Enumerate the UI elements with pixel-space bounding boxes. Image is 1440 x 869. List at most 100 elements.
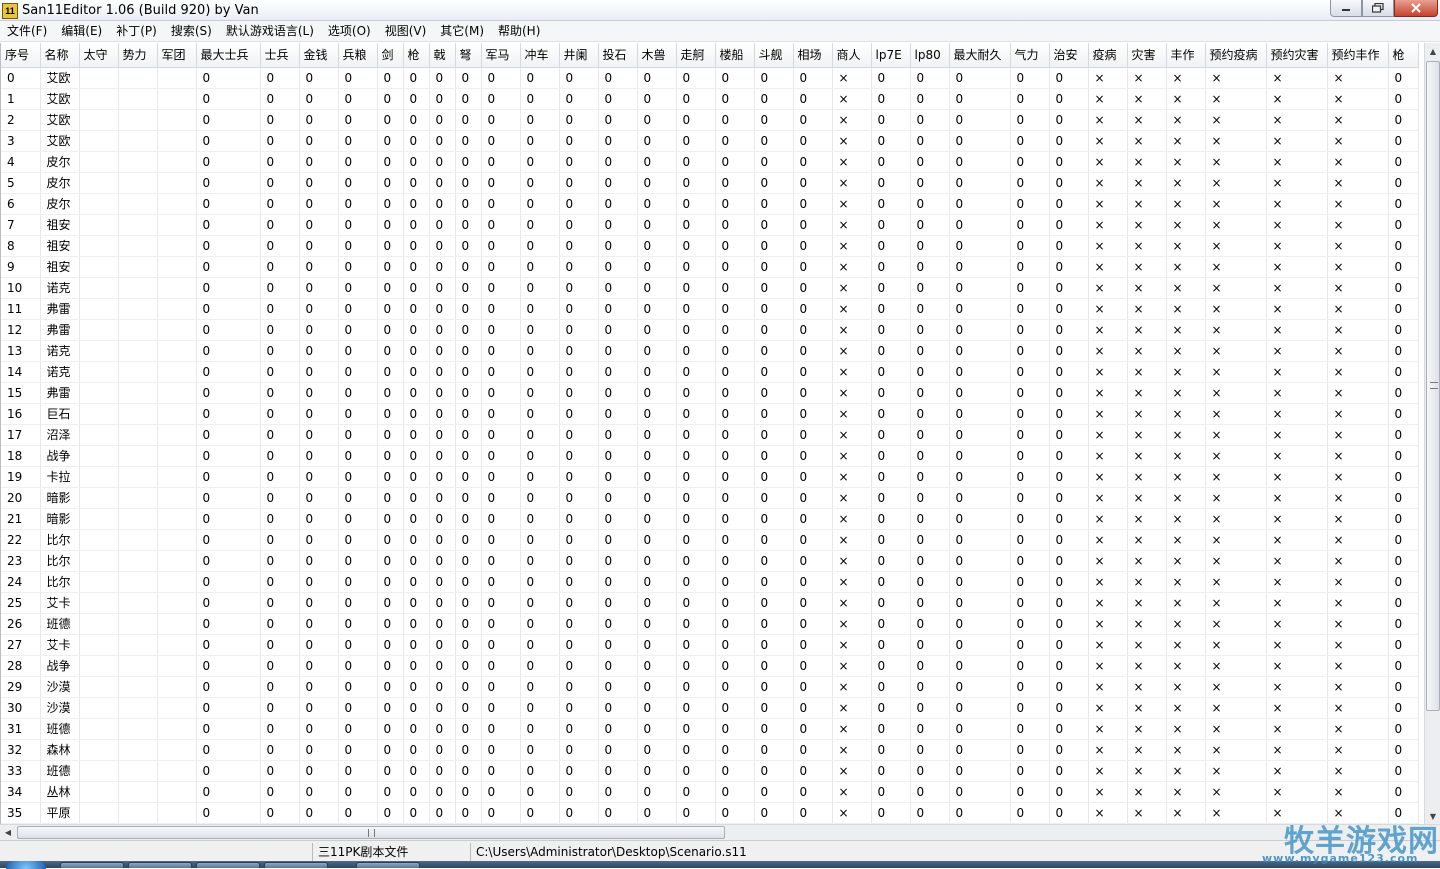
table-cell[interactable]: 0 bbox=[871, 445, 911, 467]
table-cell[interactable]: 0 bbox=[377, 151, 404, 173]
table-cell[interactable] bbox=[157, 130, 197, 152]
table-cell[interactable] bbox=[157, 256, 197, 278]
horizontal-scroll-thumb[interactable] bbox=[17, 826, 725, 839]
table-cell[interactable]: × bbox=[1327, 592, 1389, 614]
table-cell[interactable]: 0 bbox=[196, 550, 261, 572]
table-cell[interactable]: 0 bbox=[715, 781, 755, 803]
table-cell[interactable]: × bbox=[1205, 676, 1267, 698]
table-cell[interactable]: 0 bbox=[1388, 697, 1419, 719]
table-cell[interactable]: 0 bbox=[403, 697, 430, 719]
table-cell[interactable]: 0 bbox=[481, 760, 521, 782]
table-cell[interactable]: 0 bbox=[260, 466, 300, 488]
table-cell[interactable]: × bbox=[1327, 403, 1389, 425]
table-cell[interactable]: 0 bbox=[1049, 319, 1089, 341]
table-cell[interactable]: 13 bbox=[1, 340, 41, 362]
table-cell[interactable]: 0 bbox=[637, 109, 677, 131]
table-cell[interactable]: 0 bbox=[871, 508, 911, 530]
table-cell[interactable]: × bbox=[1127, 760, 1167, 782]
table-cell[interactable]: 0 bbox=[754, 382, 794, 404]
table-cell[interactable]: 0 bbox=[676, 466, 716, 488]
table-cell[interactable]: 0 bbox=[715, 67, 755, 89]
table-cell[interactable] bbox=[79, 403, 119, 425]
table-cell[interactable]: 0 bbox=[871, 214, 911, 236]
table-cell[interactable]: × bbox=[1205, 424, 1267, 446]
table-cell[interactable]: 0 bbox=[598, 298, 638, 320]
table-row[interactable]: 23 比尔 0 0 0 0 0 0 0 0 0 0 0 0 0 0 0 0 0 × 0 0 0 0 0 × × × × × × 0 bbox=[1, 550, 1419, 572]
table-cell[interactable]: 0 bbox=[910, 802, 950, 824]
table-cell[interactable]: 0 bbox=[260, 739, 300, 761]
column-header[interactable]: 军马 bbox=[481, 43, 521, 68]
table-cell[interactable]: 0 bbox=[260, 235, 300, 257]
table-cell[interactable]: 0 bbox=[403, 403, 430, 425]
table-cell[interactable] bbox=[79, 277, 119, 299]
table-cell[interactable]: 0 bbox=[715, 277, 755, 299]
table-cell[interactable]: 0 bbox=[403, 487, 430, 509]
table-cell[interactable]: 0 bbox=[559, 697, 599, 719]
table-cell[interactable]: × bbox=[1166, 382, 1206, 404]
table-cell[interactable]: 0 bbox=[299, 697, 339, 719]
table-row[interactable]: 3 艾欧 0 0 0 0 0 0 0 0 0 0 0 0 0 0 0 0 0 × 0 0 0 0 0 × × × × × × 0 bbox=[1, 130, 1419, 152]
table-cell[interactable]: 0 bbox=[1049, 781, 1089, 803]
table-cell[interactable]: 0 bbox=[871, 172, 911, 194]
table-cell[interactable]: 0 bbox=[520, 466, 560, 488]
table-cell[interactable]: 0 bbox=[637, 676, 677, 698]
table-cell[interactable]: 0 bbox=[196, 382, 261, 404]
table-cell[interactable]: × bbox=[1088, 424, 1128, 446]
table-cell[interactable]: 0 bbox=[403, 88, 430, 110]
table-cell[interactable]: 0 bbox=[598, 319, 638, 341]
table-cell[interactable]: 0 bbox=[793, 445, 833, 467]
table-cell[interactable]: 0 bbox=[715, 613, 755, 635]
table-cell[interactable]: 0 bbox=[377, 193, 404, 215]
table-cell[interactable]: × bbox=[1127, 235, 1167, 257]
table-cell[interactable]: 0 bbox=[559, 445, 599, 467]
table-cell[interactable]: 0 bbox=[754, 466, 794, 488]
table-cell[interactable]: × bbox=[832, 718, 872, 740]
table-cell[interactable]: 0 bbox=[793, 550, 833, 572]
table-cell[interactable] bbox=[118, 109, 158, 131]
table-cell[interactable]: 0 bbox=[260, 382, 300, 404]
table-cell[interactable]: 0 bbox=[715, 235, 755, 257]
table-cell[interactable]: 0 bbox=[196, 760, 261, 782]
table-cell[interactable]: 0 bbox=[260, 424, 300, 446]
table-cell[interactable]: 诺克 bbox=[40, 340, 80, 362]
table-cell[interactable]: 0 bbox=[455, 697, 482, 719]
table-cell[interactable]: × bbox=[1088, 172, 1128, 194]
table-cell[interactable]: 0 bbox=[715, 319, 755, 341]
table-cell[interactable]: 0 bbox=[793, 424, 833, 446]
table-cell[interactable]: 暗影 bbox=[40, 508, 80, 530]
table-cell[interactable]: 0 bbox=[715, 655, 755, 677]
table-cell[interactable]: 0 bbox=[754, 550, 794, 572]
table-cell[interactable]: × bbox=[832, 424, 872, 446]
table-cell[interactable]: 0 bbox=[429, 214, 456, 236]
table-cell[interactable] bbox=[157, 487, 197, 509]
table-cell[interactable]: 0 bbox=[481, 571, 521, 593]
table-cell[interactable]: 0 bbox=[1010, 529, 1050, 551]
table-cell[interactable] bbox=[118, 718, 158, 740]
table-cell[interactable]: 0 bbox=[196, 466, 261, 488]
table-cell[interactable]: 0 bbox=[676, 634, 716, 656]
table-cell[interactable]: 0 bbox=[598, 382, 638, 404]
table-cell[interactable]: 24 bbox=[1, 571, 41, 593]
table-cell[interactable]: 0 bbox=[520, 67, 560, 89]
table-cell[interactable]: × bbox=[1166, 340, 1206, 362]
table-cell[interactable]: × bbox=[1127, 487, 1167, 509]
table-cell[interactable]: × bbox=[1327, 256, 1389, 278]
table-cell[interactable]: 0 bbox=[871, 571, 911, 593]
column-header[interactable]: 疫病 bbox=[1088, 43, 1128, 68]
table-cell[interactable]: 0 bbox=[1388, 319, 1419, 341]
table-row[interactable]: 35 平原 0 0 0 0 0 0 0 0 0 0 0 0 0 0 0 0 0 × 0 0 0 0 0 × × × × × × 0 bbox=[1, 802, 1419, 824]
table-cell[interactable]: 0 bbox=[377, 235, 404, 257]
table-cell[interactable]: 0 bbox=[793, 256, 833, 278]
table-cell[interactable]: 0 bbox=[910, 172, 950, 194]
table-cell[interactable]: 0 bbox=[559, 319, 599, 341]
table-cell[interactable]: 0 bbox=[455, 760, 482, 782]
table-cell[interactable] bbox=[118, 424, 158, 446]
table-cell[interactable]: × bbox=[1088, 571, 1128, 593]
table-cell[interactable]: 0 bbox=[715, 298, 755, 320]
table-cell[interactable]: 18 bbox=[1, 445, 41, 467]
table-cell[interactable] bbox=[79, 214, 119, 236]
table-cell[interactable]: 0 bbox=[429, 655, 456, 677]
table-cell[interactable]: 0 bbox=[559, 634, 599, 656]
table-cell[interactable]: 0 bbox=[559, 235, 599, 257]
table-cell[interactable]: × bbox=[1166, 466, 1206, 488]
